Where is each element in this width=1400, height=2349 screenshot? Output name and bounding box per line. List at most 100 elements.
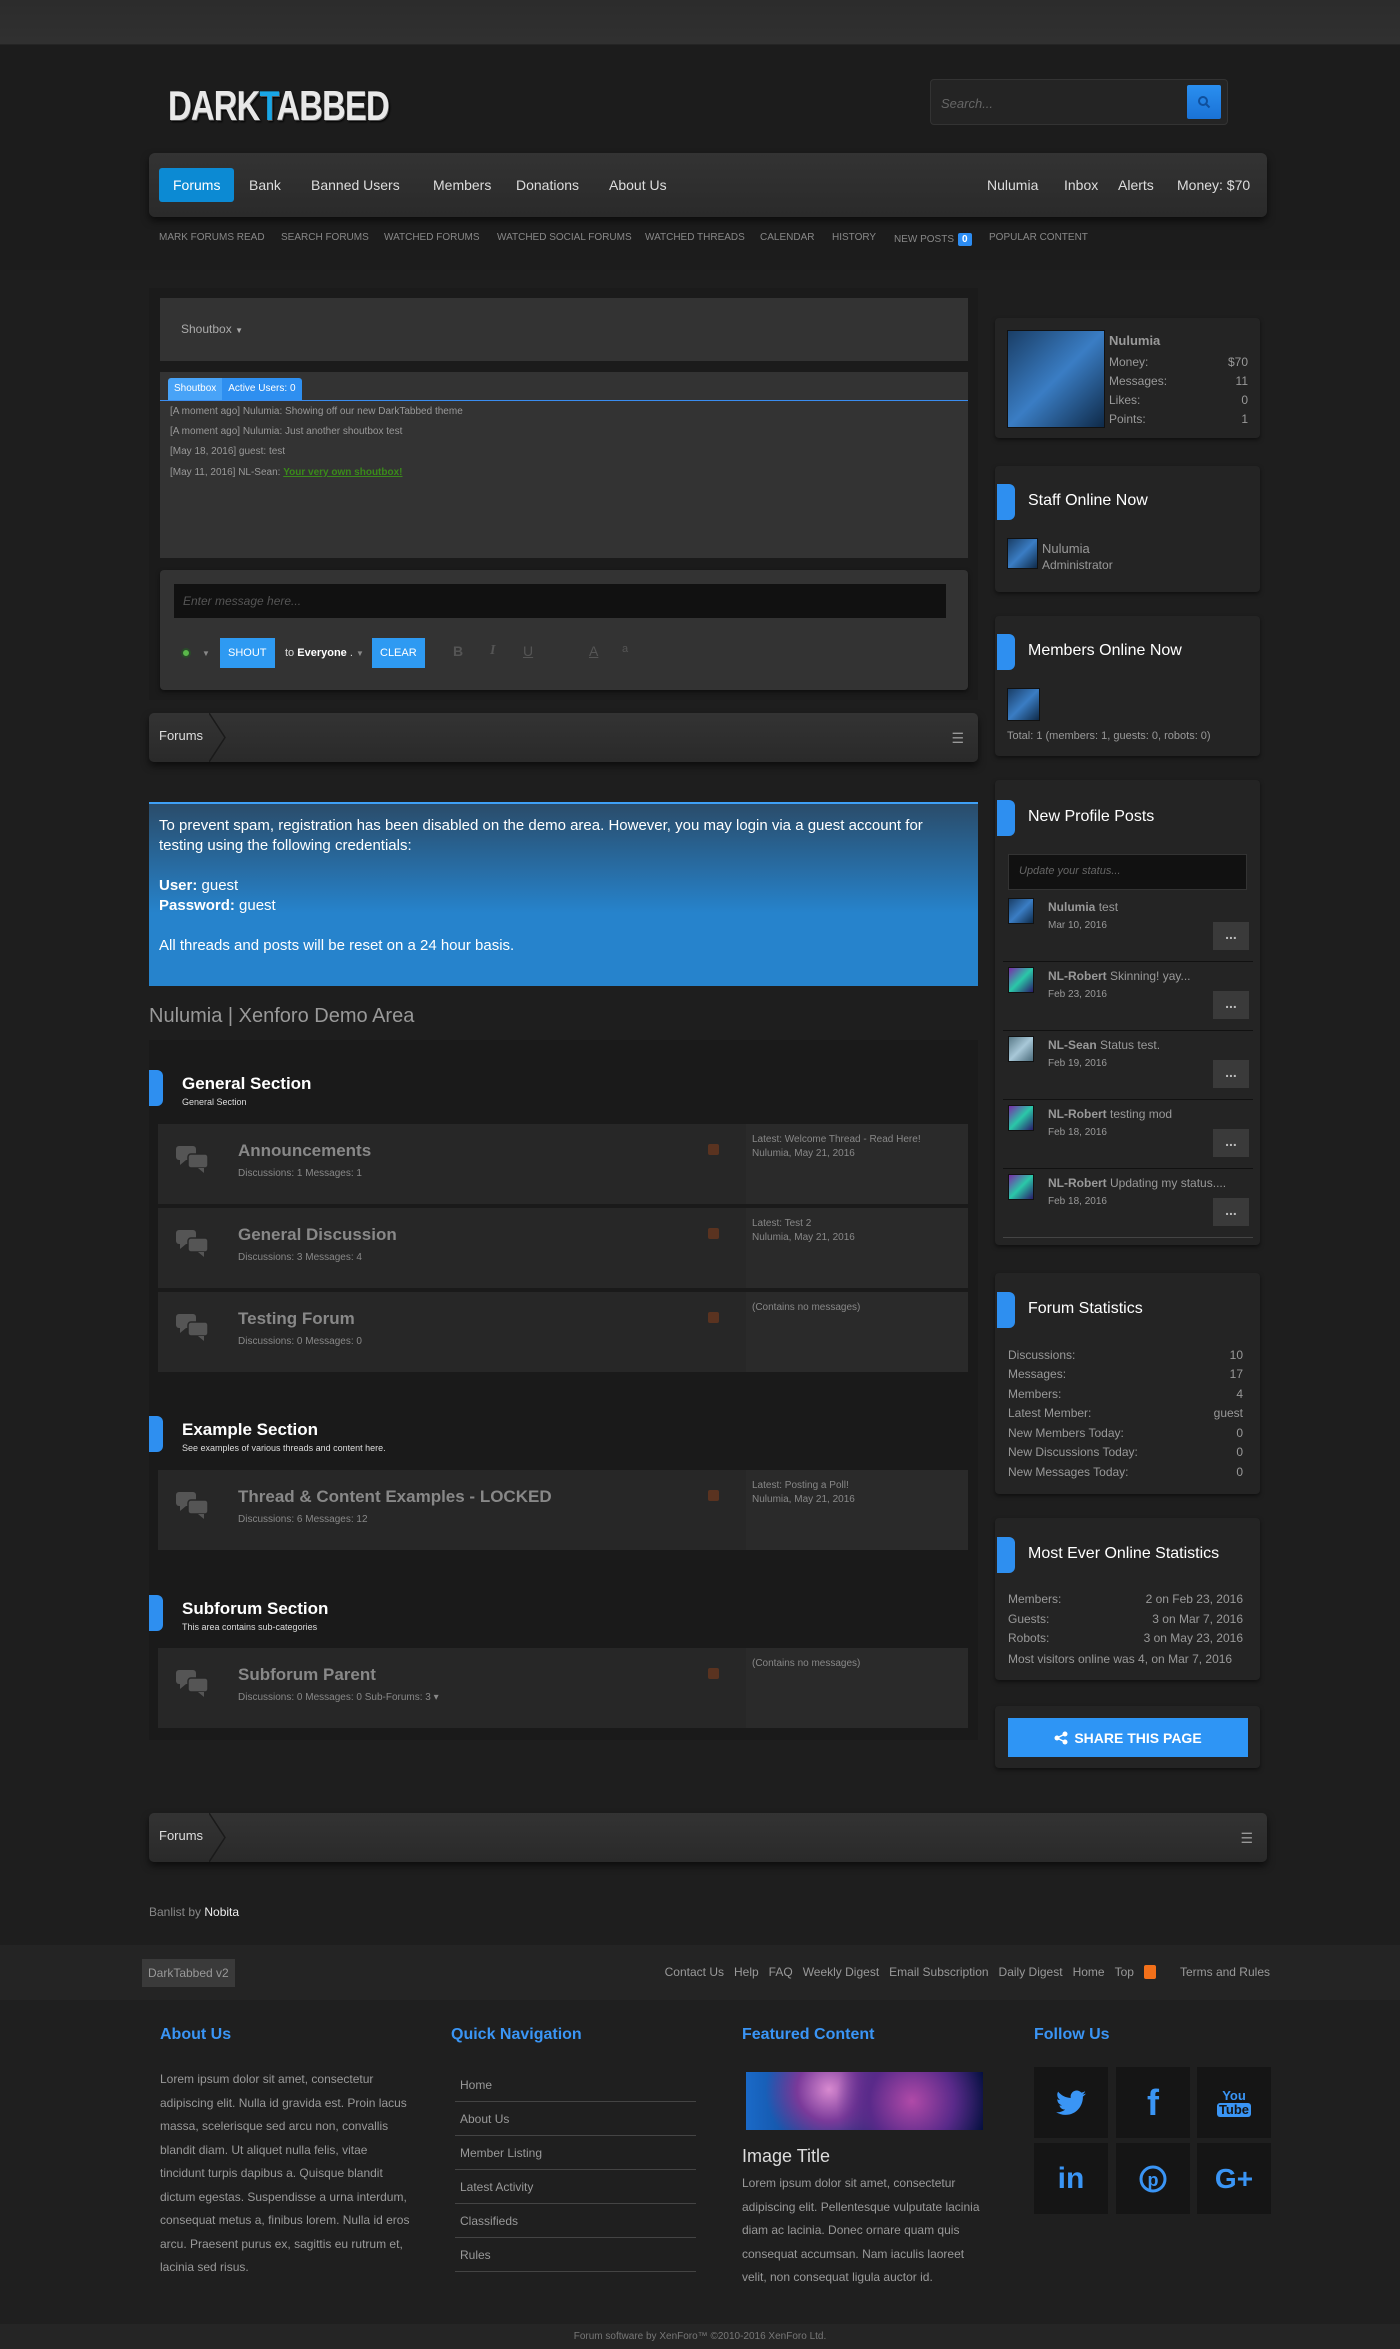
- forum-stats[interactable]: Discussions: 0 Messages: 0 Sub-Forums: 3…: [238, 1692, 439, 1703]
- latest-member-link[interactable]: guest: [1214, 1406, 1243, 1420]
- menu-icon[interactable]: ☰: [1240, 1830, 1253, 1847]
- tab-banned-users[interactable]: Banned Users: [297, 168, 414, 202]
- more-options-button[interactable]: ...: [1213, 1198, 1249, 1226]
- shout-target[interactable]: to Everyone . ▼: [285, 647, 364, 659]
- nav-alerts[interactable]: Alerts: [1113, 168, 1159, 202]
- style-chooser[interactable]: DarkTabbed v2: [142, 1959, 235, 1987]
- category-title[interactable]: General Section: [182, 1074, 311, 1094]
- forum-title[interactable]: Testing Forum: [238, 1309, 355, 1329]
- more-options-button[interactable]: ...: [1213, 1129, 1249, 1157]
- category-title[interactable]: Example Section: [182, 1420, 318, 1440]
- tab-forums[interactable]: Forums: [159, 168, 235, 202]
- forum-latest-thread[interactable]: Latest: Test 2: [752, 1217, 855, 1231]
- profile-post-user[interactable]: NL-Robert: [1048, 1176, 1107, 1190]
- font-size-button[interactable]: a: [622, 643, 628, 655]
- breadcrumb-forums[interactable]: Forums: [159, 1828, 203, 1843]
- forum-latest-thread[interactable]: Latest: Welcome Thread - Read Here!: [752, 1133, 921, 1147]
- avatar[interactable]: [1008, 1174, 1034, 1200]
- profile-post-user[interactable]: Nulumia: [1048, 900, 1095, 914]
- rss-icon[interactable]: [708, 1144, 719, 1155]
- profile-post-user[interactable]: NL-Robert: [1048, 969, 1107, 983]
- pinterest-icon[interactable]: p: [1116, 2143, 1190, 2214]
- footer-link-top[interactable]: Top: [1115, 1965, 1134, 1979]
- bold-button[interactable]: B: [453, 643, 463, 659]
- shoutbox-title-dropdown[interactable]: Shoutbox ▼: [181, 322, 243, 336]
- nav-money[interactable]: Money: $70: [1172, 168, 1255, 202]
- logo[interactable]: DARKTABBED: [168, 82, 390, 130]
- profile-post-user[interactable]: NL-Sean: [1048, 1038, 1097, 1052]
- subnav-popular-content[interactable]: Popular Content: [989, 232, 1088, 243]
- tab-donations[interactable]: Donations: [502, 168, 593, 202]
- rss-icon[interactable]: [1143, 1965, 1156, 1979]
- avatar[interactable]: [1008, 1105, 1034, 1131]
- share-page-button[interactable]: SHARE THIS PAGE: [1008, 1718, 1248, 1757]
- twitter-icon[interactable]: [1034, 2067, 1108, 2138]
- tab-bank[interactable]: Bank: [235, 168, 295, 202]
- footer-link-home[interactable]: Home: [1073, 1965, 1105, 1979]
- footer-link-email-subscription[interactable]: Email Subscription: [889, 1965, 988, 1979]
- font-color-button[interactable]: A: [589, 643, 598, 659]
- visitor-name[interactable]: Nulumia: [1109, 333, 1160, 348]
- subnav-search-forums[interactable]: Search Forums: [281, 232, 369, 243]
- subnav-history[interactable]: History: [832, 232, 876, 243]
- quicknav-item[interactable]: Latest Activity: [455, 2170, 696, 2204]
- subnav-watched-threads[interactable]: Watched Threads: [645, 232, 745, 243]
- quicknav-item[interactable]: Member Listing: [455, 2136, 696, 2170]
- quicknav-item[interactable]: Classifieds: [455, 2204, 696, 2238]
- subnav-watched-forums[interactable]: Watched Forums: [384, 232, 480, 243]
- avatar[interactable]: [1007, 330, 1105, 428]
- credits-link[interactable]: Nobita: [204, 1905, 239, 1919]
- avatar[interactable]: [1007, 538, 1038, 569]
- rss-icon[interactable]: [708, 1490, 719, 1501]
- footer-link-weekly-digest[interactable]: Weekly Digest: [803, 1965, 879, 1979]
- footer-link-terms[interactable]: Terms and Rules: [1180, 1965, 1270, 1979]
- tab-members[interactable]: Members: [419, 168, 505, 202]
- avatar[interactable]: [1008, 967, 1034, 993]
- subnav-mark-forums-read[interactable]: Mark Forums Read: [159, 232, 265, 243]
- staff-name[interactable]: Nulumia: [1042, 541, 1090, 556]
- forum-title[interactable]: General Discussion: [238, 1225, 397, 1245]
- rss-icon[interactable]: [708, 1312, 719, 1323]
- subnav-watched-social-forums[interactable]: Watched Social Forums: [497, 232, 632, 243]
- nav-user[interactable]: Nulumia: [982, 168, 1043, 202]
- status-update-input[interactable]: Update your status...: [1008, 854, 1247, 890]
- tab-active-users[interactable]: Active Users: 0: [222, 378, 302, 400]
- youtube-icon[interactable]: You Tube: [1197, 2067, 1271, 2138]
- forum-title[interactable]: Thread & Content Examples - LOCKED: [238, 1487, 552, 1507]
- italic-button[interactable]: I: [490, 643, 495, 659]
- facebook-icon[interactable]: f: [1116, 2067, 1190, 2138]
- linkedin-icon[interactable]: in: [1034, 2143, 1108, 2214]
- shout-message-link[interactable]: Your very own shoutbox!: [283, 467, 402, 478]
- status-indicator-icon[interactable]: [181, 648, 191, 658]
- more-options-button[interactable]: ...: [1213, 922, 1249, 950]
- avatar[interactable]: [1008, 898, 1034, 924]
- avatar[interactable]: [1007, 688, 1040, 721]
- google-plus-icon[interactable]: G+: [1197, 2143, 1271, 2214]
- shout-message-input[interactable]: [174, 584, 946, 618]
- rss-icon[interactable]: [708, 1668, 719, 1679]
- shout-button[interactable]: SHOUT: [220, 638, 275, 668]
- category-title[interactable]: Subforum Section: [182, 1599, 328, 1619]
- forum-latest-thread[interactable]: Latest: Posting a Poll!: [752, 1479, 855, 1493]
- footer-link-help[interactable]: Help: [734, 1965, 759, 1979]
- featured-image-title[interactable]: Image Title: [742, 2146, 830, 2167]
- footer-link-daily-digest[interactable]: Daily Digest: [999, 1965, 1063, 1979]
- quicknav-item[interactable]: Rules: [455, 2238, 696, 2272]
- footer-link-faq[interactable]: FAQ: [769, 1965, 793, 1979]
- avatar[interactable]: [1008, 1036, 1034, 1062]
- subnav-new-posts[interactable]: New Posts 0: [894, 233, 972, 246]
- footer-link-contact[interactable]: Contact Us: [665, 1965, 724, 1979]
- status-caret-icon[interactable]: ▼: [202, 649, 210, 658]
- profile-post-user[interactable]: NL-Robert: [1048, 1107, 1107, 1121]
- rss-icon[interactable]: [708, 1228, 719, 1239]
- more-options-button[interactable]: ...: [1213, 991, 1249, 1019]
- forum-title[interactable]: Subforum Parent: [238, 1665, 376, 1685]
- search-input[interactable]: [941, 92, 1181, 114]
- menu-icon[interactable]: ☰: [951, 730, 964, 747]
- tab-about-us[interactable]: About Us: [595, 168, 681, 202]
- forum-title[interactable]: Announcements: [238, 1141, 371, 1161]
- quicknav-item[interactable]: About Us: [455, 2102, 696, 2136]
- clear-button[interactable]: CLEAR: [372, 638, 425, 668]
- featured-image[interactable]: [746, 2072, 983, 2130]
- search-button[interactable]: [1187, 85, 1221, 119]
